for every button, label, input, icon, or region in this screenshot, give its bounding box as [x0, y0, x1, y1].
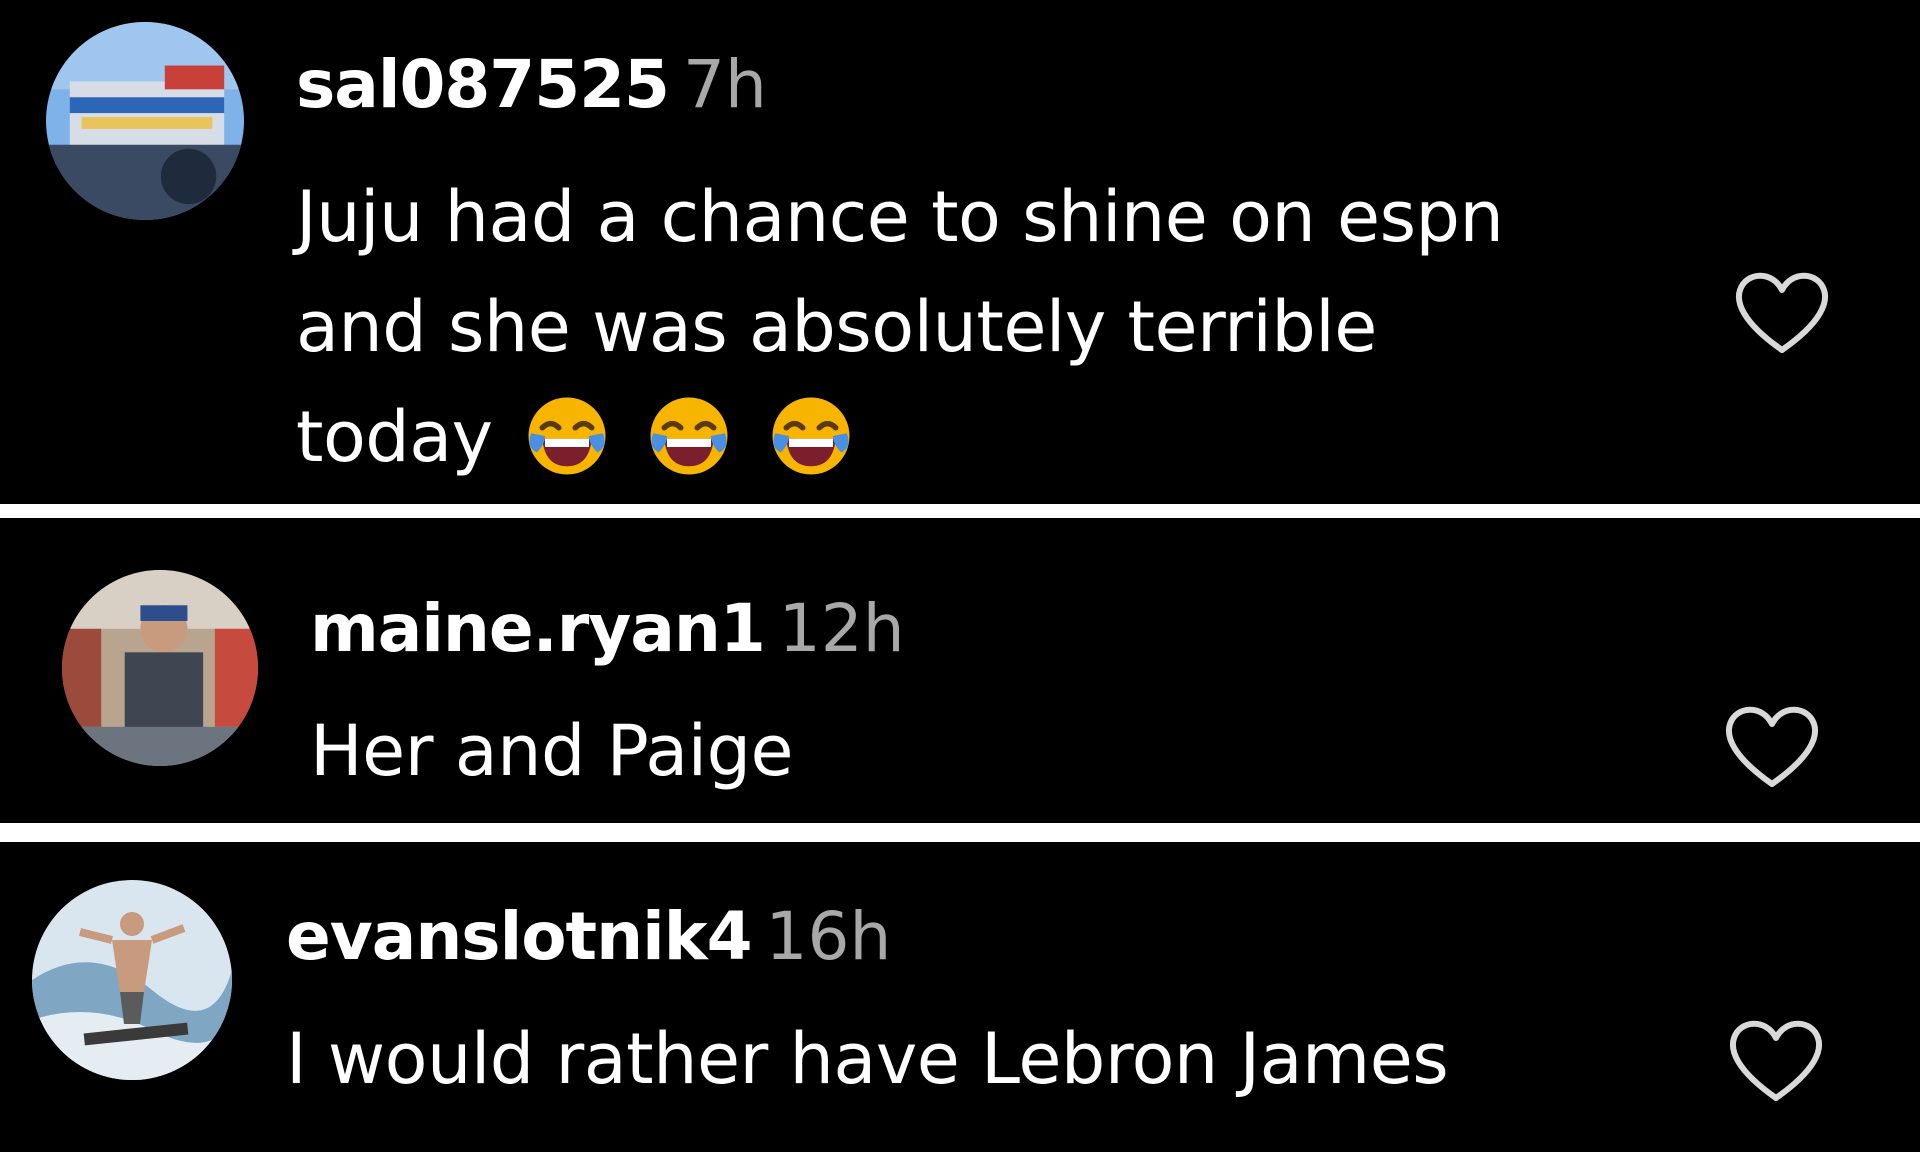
face-with-tears-of-joy-icon: [523, 392, 611, 480]
comment-body: Juju had a chance to shine on espn and s…: [296, 162, 1504, 492]
face-with-tears-of-joy-icon: [767, 392, 855, 480]
heart-outline-icon[interactable]: [1732, 268, 1832, 356]
avatar[interactable]: [62, 570, 258, 766]
face-with-tears-of-joy-icon: [645, 392, 733, 480]
emoji-row: [523, 392, 855, 480]
username[interactable]: evanslotnik4: [286, 898, 753, 975]
avatar[interactable]: [32, 880, 232, 1080]
comment-line: and she was absolutely terrible: [296, 286, 1377, 368]
comment-content: sal087525 7h Juju had a chance to shine o…: [296, 52, 1504, 492]
comment-header: sal087525 7h: [296, 52, 1503, 118]
comment-line: today: [296, 382, 1503, 492]
comment-body: I would rather have Lebron James: [286, 1004, 1449, 1114]
timestamp: 16h: [765, 898, 892, 975]
comment-header: evanslotnik4 16h: [286, 904, 1448, 970]
username[interactable]: sal087525: [296, 46, 670, 123]
comment-item: evanslotnik4 16h I would rather have Lebr…: [0, 842, 1920, 1152]
heart-outline-icon[interactable]: [1722, 702, 1822, 790]
username[interactable]: maine.ryan1: [310, 590, 766, 667]
comment-line: Juju had a chance to shine on espn: [296, 176, 1504, 258]
comment-body: Her and Paige: [310, 696, 905, 806]
avatar[interactable]: [46, 22, 244, 220]
heart-outline-icon[interactable]: [1726, 1016, 1826, 1104]
comment-content: evanslotnik4 16h I would rather have Lebr…: [286, 904, 1449, 1114]
timestamp: 7h: [682, 46, 767, 123]
comment-line: Her and Paige: [310, 710, 794, 792]
comment-content: maine.ryan1 12h Her and Paige: [310, 596, 905, 806]
comment-line-text: today: [296, 396, 493, 478]
comment-header: maine.ryan1 12h: [310, 596, 905, 662]
comment-item: sal087525 7h Juju had a chance to shine o…: [0, 0, 1920, 504]
timestamp: 12h: [778, 590, 905, 667]
comment-line: I would rather have Lebron James: [286, 1018, 1449, 1100]
comment-item: maine.ryan1 12h Her and Paige: [0, 518, 1920, 823]
